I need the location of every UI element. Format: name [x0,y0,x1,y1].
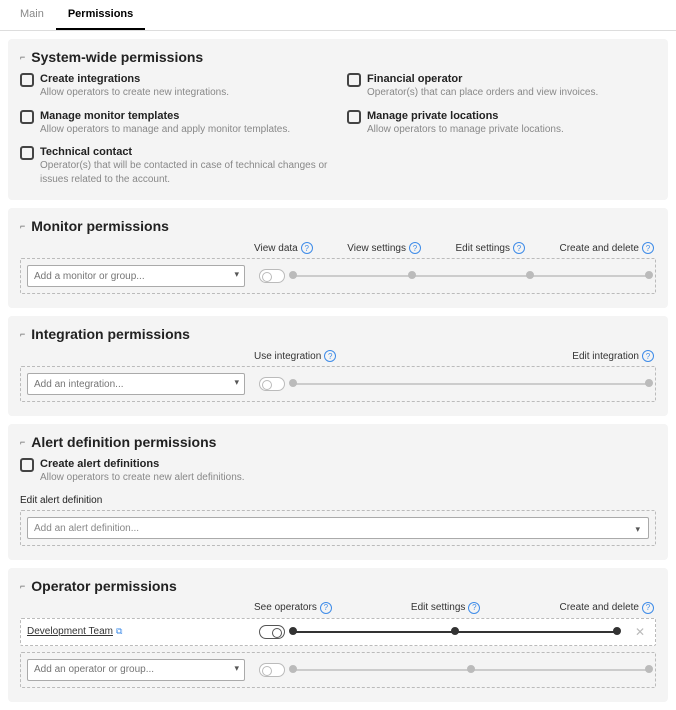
col-label: Create and delete [559,243,639,254]
section-title: System-wide permissions [31,49,203,65]
column-headers: See operators? Edit settings? Create and… [20,602,656,614]
slider[interactable] [293,383,649,385]
perm-desc: Operator(s) that will be contacted in ca… [40,159,329,186]
operator-selector[interactable] [27,659,245,681]
tabs: Main Permissions [0,0,676,31]
add-row: ▾ [20,652,656,688]
checkbox-create-alert[interactable] [20,458,34,472]
col-label: View settings [347,243,406,254]
perm-desc: Allow operators to manage private locati… [367,123,564,137]
help-icon[interactable]: ? [642,602,654,614]
perm-label: Create alert definitions [40,458,245,470]
checkbox-manage-templates[interactable] [20,110,34,124]
slider[interactable] [293,631,617,633]
monitor-selector[interactable] [27,265,245,287]
slider[interactable] [293,275,649,277]
alert-selector[interactable]: Add an alert definition...▾ [27,517,649,539]
help-icon[interactable]: ? [468,602,480,614]
col-label: See operators [254,602,317,613]
section-operator: ⌐ Operator permissions See operators? Edi… [8,568,668,702]
col-label: Edit settings [456,243,510,254]
toggle[interactable] [259,625,285,639]
perm-label: Manage monitor templates [40,110,290,122]
section-title: Alert definition permissions [31,434,216,450]
integration-selector[interactable] [27,373,245,395]
perm-label: Create integrations [40,73,229,85]
col-label: Edit integration [572,351,639,362]
section-monitor: ⌐ Monitor permissions View data? View set… [8,208,668,308]
toggle[interactable] [259,269,285,283]
perm-label: Technical contact [40,146,329,158]
perm-desc: Operator(s) that can place orders and vi… [367,86,598,100]
chevron-down-icon: ▾ [635,518,640,540]
collapse-icon[interactable]: ⌐ [20,221,25,231]
remove-icon[interactable]: ✕ [631,625,649,639]
section-title: Integration permissions [31,326,190,342]
checkbox-financial-operator[interactable] [347,73,361,87]
help-icon[interactable]: ? [513,242,525,254]
help-icon[interactable]: ? [320,602,332,614]
checkbox-create-integrations[interactable] [20,73,34,87]
toggle[interactable] [259,377,285,391]
perm-desc: Allow operators to create new alert defi… [40,471,245,485]
col-label: View data [254,243,298,254]
help-icon[interactable]: ? [324,350,336,362]
perm-label: Financial operator [367,73,598,85]
collapse-icon[interactable]: ⌐ [20,581,25,591]
help-icon[interactable]: ? [301,242,313,254]
tab-permissions[interactable]: Permissions [56,0,145,30]
collapse-icon[interactable]: ⌐ [20,437,25,447]
operator-link[interactable]: Development Team [27,626,113,637]
column-headers: View data? View settings? Edit settings?… [20,242,656,254]
add-row: Add an alert definition...▾ [20,510,656,546]
section-integration: ⌐ Integration permissions Use integration… [8,316,668,416]
checkbox-private-locations[interactable] [347,110,361,124]
add-row: ▾ [20,258,656,294]
toggle[interactable] [259,663,285,677]
col-label: Create and delete [559,602,639,613]
help-icon[interactable]: ? [642,242,654,254]
add-row: ▾ [20,366,656,402]
col-label: Edit settings [411,602,465,613]
tab-main[interactable]: Main [8,0,56,30]
perm-desc: Allow operators to manage and apply moni… [40,123,290,137]
checkbox-technical-contact[interactable] [20,146,34,160]
sub-label: Edit alert definition [20,495,656,506]
collapse-icon[interactable]: ⌐ [20,329,25,339]
perm-desc: Allow operators to create new integratio… [40,86,229,100]
external-link-icon[interactable]: ⧉ [116,626,122,637]
help-icon[interactable]: ? [642,350,654,362]
section-title: Operator permissions [31,578,177,594]
collapse-icon[interactable]: ⌐ [20,52,25,62]
perm-label: Manage private locations [367,110,564,122]
section-alert: ⌐ Alert definition permissions Create ale… [8,424,668,560]
slider[interactable] [293,669,649,671]
help-icon[interactable]: ? [409,242,421,254]
section-system: ⌐ System-wide permissions Create integra… [8,39,668,200]
operator-row: Development Team⧉ ✕ [20,618,656,646]
col-label: Use integration [254,351,321,362]
section-title: Monitor permissions [31,218,169,234]
column-headers: Use integration? Edit integration? [20,350,656,362]
